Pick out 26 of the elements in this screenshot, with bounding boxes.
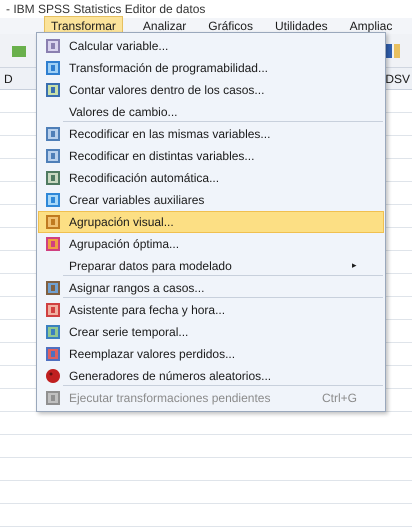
shortcut-text: Ctrl+G — [322, 390, 358, 407]
menu-item[interactable]: Crear variables auxiliares — [38, 189, 384, 211]
column-header: D — [3, 70, 13, 88]
toolbar-icon[interactable] — [384, 42, 402, 60]
menu-item[interactable]: Agrupación visual... — [38, 211, 384, 233]
menu-item[interactable]: Generadores de números aleatorios... — [38, 365, 384, 387]
menu-bar-item[interactable]: Gráficos — [206, 17, 255, 35]
menu-item[interactable]: Recodificación automática... — [38, 167, 384, 189]
menu-item[interactable]: Agrupación óptima... — [38, 233, 384, 255]
column-header: DSV — [385, 70, 411, 88]
submenu-arrow-icon: ▸ — [352, 259, 377, 273]
menu-item[interactable]: Recodificar en las mismas variables... — [38, 123, 384, 145]
menu-item[interactable]: Preparar datos para modelado ▸ — [38, 255, 384, 277]
menu-item[interactable]: Asistente para fecha y hora... — [38, 299, 384, 321]
menu-item[interactable]: Reemplazar valores perdidos... — [38, 343, 384, 365]
menu-item[interactable]: Asignar rangos a casos... — [38, 277, 384, 299]
menu-bar-item[interactable]: Ampliac — [348, 17, 394, 35]
menu-bar-item[interactable]: Utilidades — [272, 17, 330, 35]
menu-item[interactable]: Calcular variable... — [38, 35, 384, 57]
menu-item[interactable]: Valores de cambio... — [38, 101, 384, 123]
menu-item[interactable]: Transformación de programabilidad... — [38, 57, 384, 79]
window-title: - IBM SPSS Statistics Editor de datos — [6, 1, 206, 18]
menu-bar-item[interactable]: Analizar — [140, 17, 188, 35]
menu-item[interactable]: Crear serie temporal... — [38, 321, 384, 343]
menu-item[interactable]: Contar valores dentro de los casos... — [38, 79, 384, 101]
menu-item[interactable]: Recodificar en distintas variables... — [38, 145, 384, 167]
